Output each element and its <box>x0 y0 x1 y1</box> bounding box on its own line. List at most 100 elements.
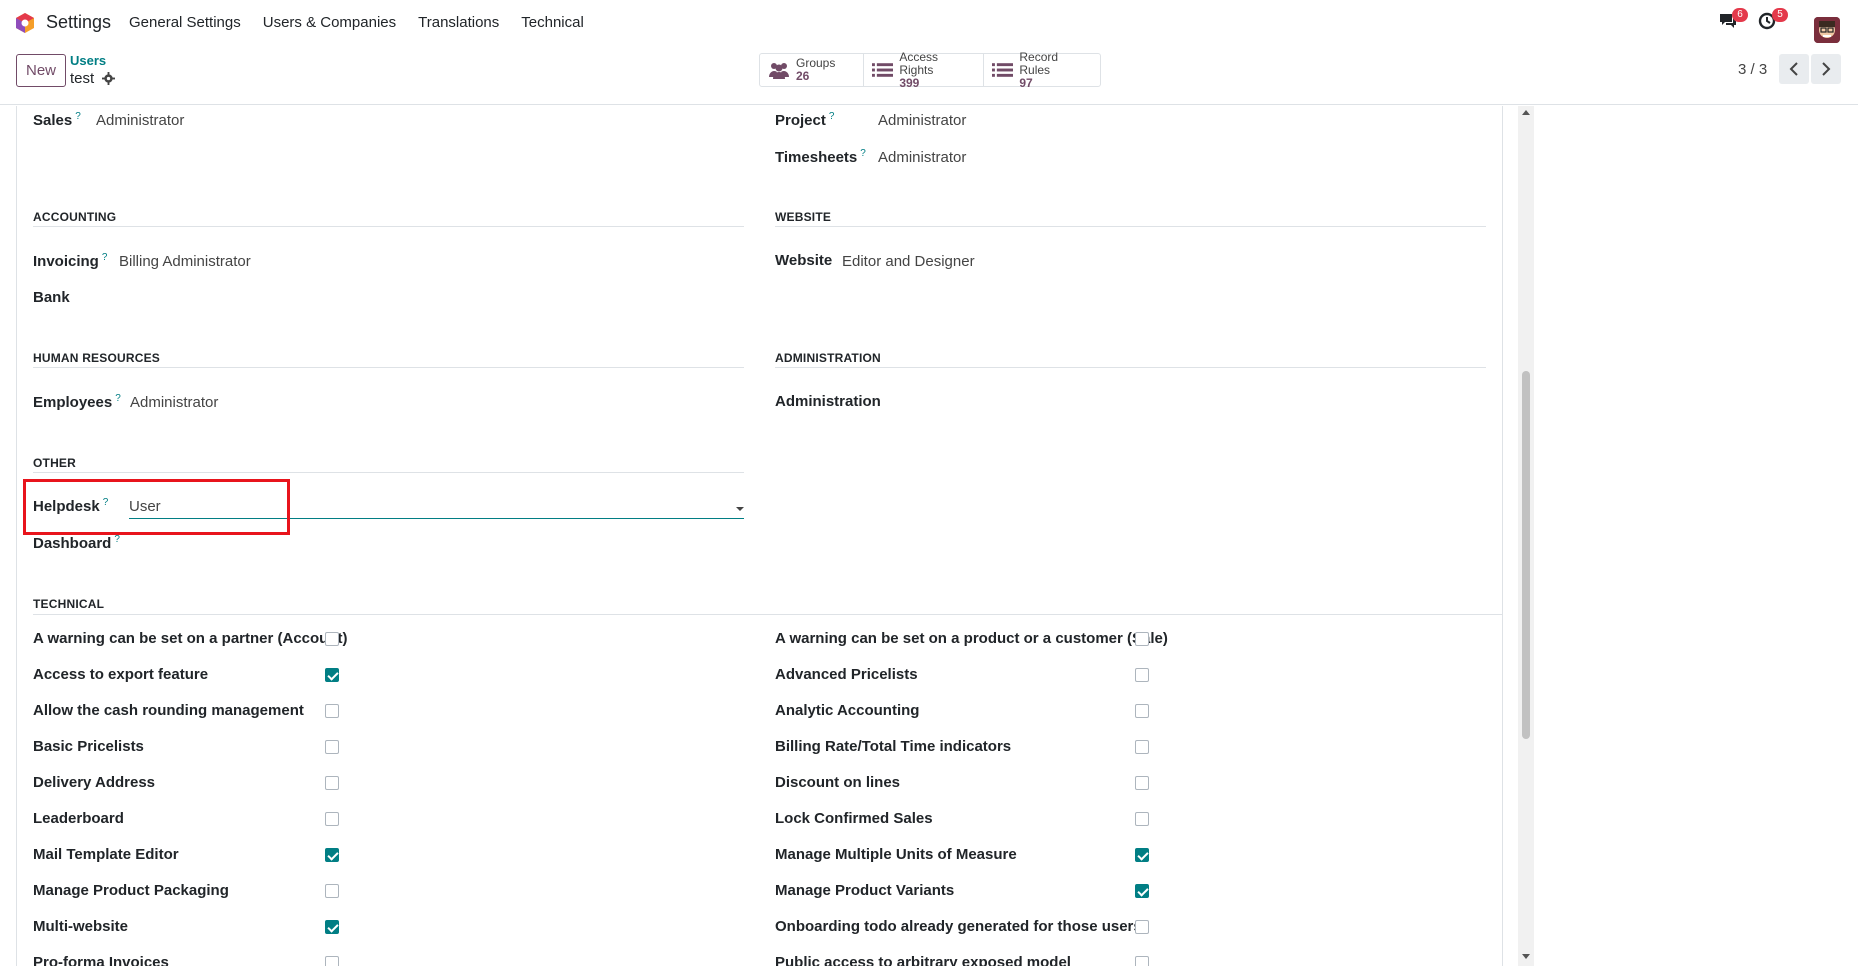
checkbox[interactable] <box>1135 632 1149 646</box>
scroll-up-icon[interactable] <box>1522 110 1530 115</box>
control-panel: New Users test Groups 26 Access Rights 399… <box>0 45 1858 105</box>
activities-icon[interactable]: 5 <box>1758 8 1788 36</box>
caret-down-icon[interactable] <box>736 507 744 511</box>
technical-option-label: Public access to arbitrary exposed model <box>775 954 1071 966</box>
divider <box>775 367 1486 368</box>
section-website: WEBSITE <box>775 210 832 224</box>
sales-label: Sales? <box>33 111 81 129</box>
scrollbar[interactable] <box>1518 106 1534 966</box>
technical-option-label: Allow the cash rounding management <box>33 702 304 719</box>
checkbox[interactable] <box>325 812 339 826</box>
list-icon <box>992 63 1014 77</box>
help-icon[interactable]: ? <box>114 534 120 545</box>
technical-option-label: Onboarding todo already generated for th… <box>775 918 1142 935</box>
technical-option-label: Basic Pricelists <box>33 738 144 755</box>
project-value[interactable]: Administrator <box>878 112 966 129</box>
new-button[interactable]: New <box>16 54 66 87</box>
checkbox[interactable] <box>325 632 339 646</box>
technical-option-label: Lock Confirmed Sales <box>775 810 933 827</box>
chevron-right-icon <box>1822 62 1831 76</box>
section-technical: TECHNICAL <box>33 597 105 611</box>
technical-option-label: Mail Template Editor <box>33 846 179 863</box>
scroll-down-icon[interactable] <box>1522 954 1530 959</box>
smart-buttons: Groups 26 Access Rights 399 Record Rules 97 <box>759 49 1101 89</box>
website-label: Website <box>775 252 833 269</box>
help-icon[interactable]: ? <box>860 148 866 159</box>
checkbox[interactable] <box>325 668 339 682</box>
highlight-box <box>23 479 290 535</box>
technical-option-label: Manage Multiple Units of Measure <box>775 846 1017 863</box>
technical-option-label: Advanced Pricelists <box>775 666 918 683</box>
checkbox[interactable] <box>1135 956 1149 966</box>
checkbox[interactable] <box>1135 812 1149 826</box>
section-human-resources: HUMAN RESOURCES <box>33 351 161 365</box>
timesheets-label: Timesheets? <box>775 148 866 166</box>
checkbox[interactable] <box>325 920 339 934</box>
checkbox[interactable] <box>1135 704 1149 718</box>
technical-option-label: A warning can be set on a partner (Accou… <box>33 630 348 647</box>
top-navbar: Settings General Settings Users & Compan… <box>0 0 1858 45</box>
checkbox[interactable] <box>325 884 339 898</box>
divider <box>33 367 744 368</box>
help-icon[interactable]: ? <box>829 111 835 122</box>
timesheets-value[interactable]: Administrator <box>878 149 966 166</box>
technical-option-label: Multi-website <box>33 918 129 935</box>
menu-translations[interactable]: Translations <box>418 14 499 31</box>
checkbox[interactable] <box>1135 884 1149 898</box>
checkbox[interactable] <box>1135 920 1149 934</box>
chevron-left-icon <box>1789 62 1798 76</box>
record-rules-label: Record Rules <box>1019 49 1059 77</box>
access-rights-label: Access Rights <box>899 49 938 77</box>
checkbox[interactable] <box>1135 776 1149 790</box>
app-name[interactable]: Settings <box>46 12 111 33</box>
divider <box>775 226 1486 227</box>
access-rights-smart-button[interactable]: Access Rights 399 <box>864 49 984 89</box>
checkbox[interactable] <box>325 956 339 966</box>
technical-option-label: Delivery Address <box>33 774 156 791</box>
pager-previous-button[interactable] <box>1779 54 1809 84</box>
website-value[interactable]: Editor and Designer <box>842 253 975 270</box>
help-icon[interactable]: ? <box>75 111 81 122</box>
help-icon[interactable]: ? <box>115 393 121 404</box>
checkbox[interactable] <box>1135 740 1149 754</box>
checkbox[interactable] <box>1135 848 1149 862</box>
invoicing-value[interactable]: Billing Administrator <box>119 253 251 270</box>
main-menu: General Settings Users & Companies Trans… <box>129 14 584 31</box>
pager-next-button[interactable] <box>1811 54 1841 84</box>
technical-option-label: Billing Rate/Total Time indicators <box>775 738 1012 755</box>
checkbox[interactable] <box>325 848 339 862</box>
section-accounting: ACCOUNTING <box>33 210 117 224</box>
sales-value[interactable]: Administrator <box>96 112 184 129</box>
technical-option-label: Discount on lines <box>775 774 901 791</box>
technical-option-label: A warning can be set on a product or a c… <box>775 630 1168 647</box>
checkbox[interactable] <box>325 776 339 790</box>
groups-smart-button[interactable]: Groups 26 <box>760 54 864 86</box>
breadcrumb-current: test <box>70 70 95 87</box>
app-logo-icon[interactable] <box>14 12 36 34</box>
menu-users-companies[interactable]: Users & Companies <box>263 14 396 31</box>
messages-icon[interactable]: 6 <box>1718 8 1748 36</box>
technical-option-label: Access to export feature <box>33 666 209 683</box>
technical-option-label: Analytic Accounting <box>775 702 920 719</box>
user-avatar[interactable] <box>1814 17 1840 43</box>
gear-icon[interactable] <box>102 72 115 85</box>
checkbox[interactable] <box>325 740 339 754</box>
bank-label: Bank <box>33 289 70 306</box>
scroll-thumb[interactable] <box>1522 371 1530 739</box>
checkbox[interactable] <box>325 704 339 718</box>
technical-option-label: Manage Product Packaging <box>33 882 229 899</box>
technical-option-label: Leaderboard <box>33 810 124 827</box>
menu-general-settings[interactable]: General Settings <box>129 14 241 31</box>
employees-value[interactable]: Administrator <box>130 394 218 411</box>
groups-count: 26 <box>796 69 810 83</box>
messages-badge: 6 <box>1732 8 1748 22</box>
help-icon[interactable]: ? <box>102 252 108 263</box>
divider <box>33 614 1502 615</box>
menu-technical[interactable]: Technical <box>521 14 584 31</box>
systray: 6 5 <box>1718 8 1858 43</box>
record-rules-smart-button[interactable]: Record Rules 97 <box>984 49 1100 89</box>
users-icon <box>769 63 789 79</box>
pager-value[interactable]: 3 / 3 <box>1738 61 1767 78</box>
breadcrumb-users[interactable]: Users <box>70 53 106 68</box>
checkbox[interactable] <box>1135 668 1149 682</box>
